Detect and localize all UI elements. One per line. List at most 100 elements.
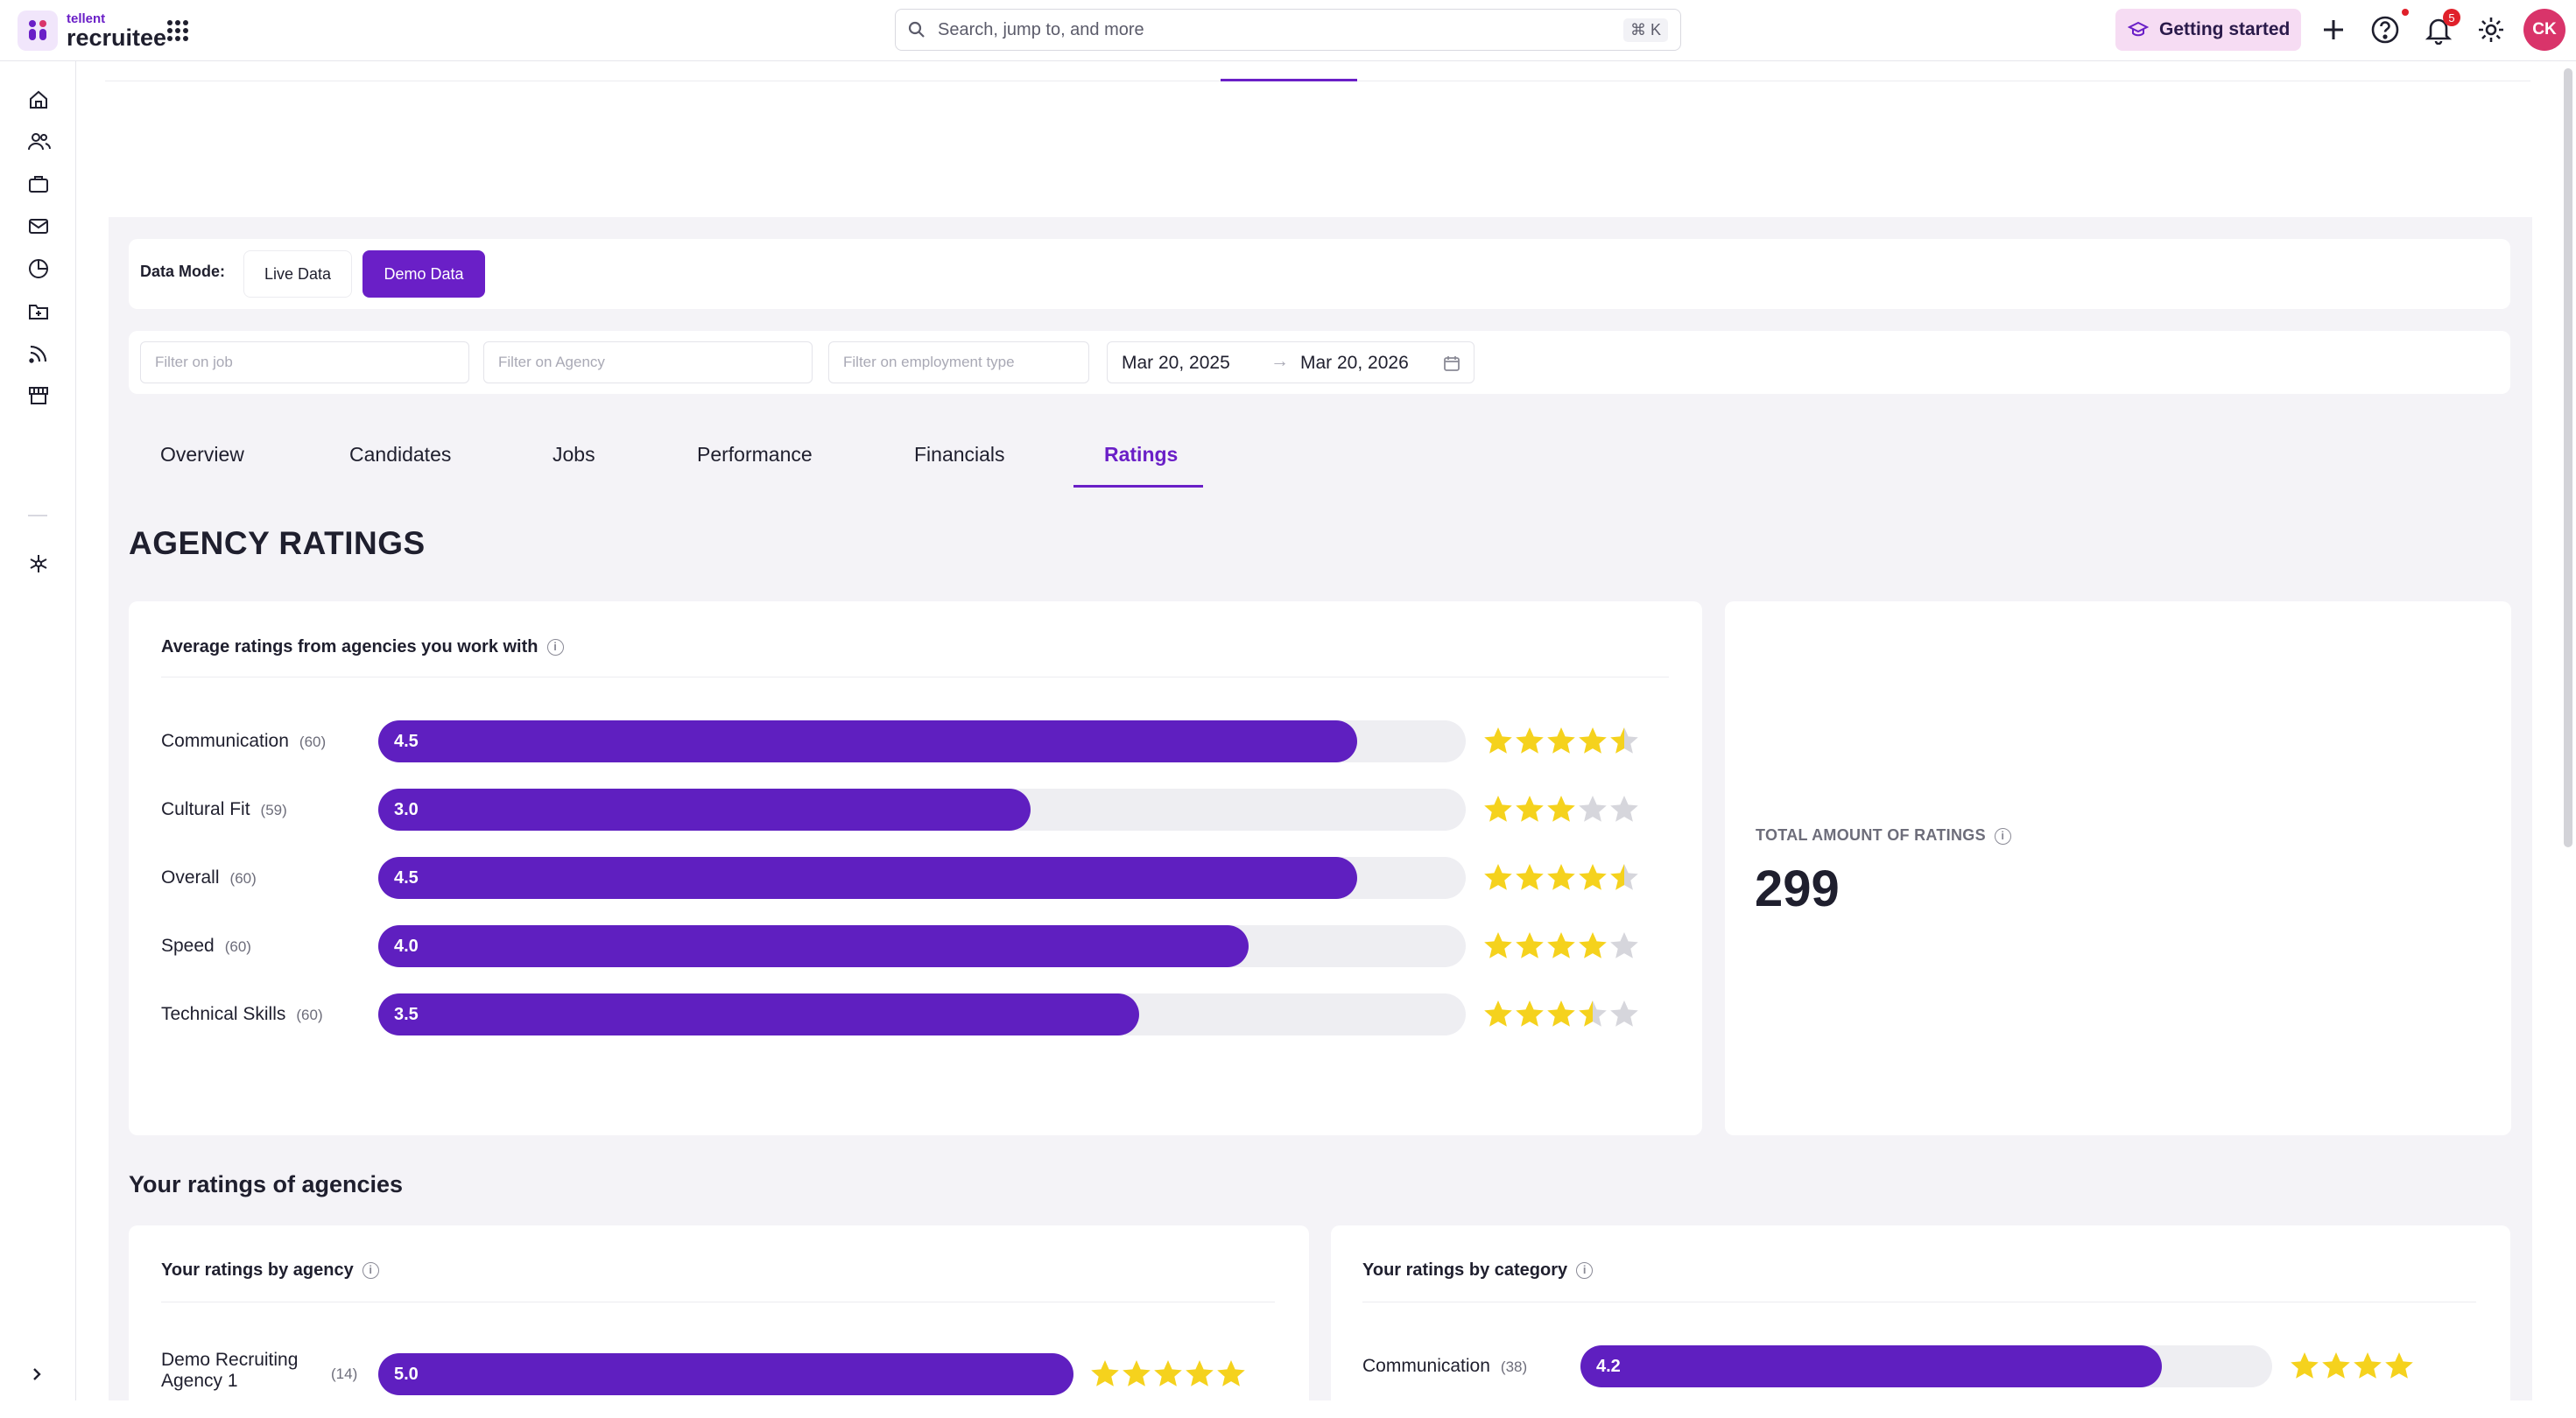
category-rating-value: 4.2 [1596, 1357, 1621, 1376]
agency-rating-label: Demo Recruiting Agency 1 [161, 1350, 327, 1392]
getting-started-button[interactable]: Getting started [2115, 9, 2301, 51]
ratings-by-category-title-text: Your ratings by category [1362, 1260, 1568, 1280]
page-scrollbar[interactable] [2564, 68, 2572, 847]
avg-rating-stars [1482, 999, 1640, 1030]
search-shortcut: ⌘ K [1622, 18, 1668, 42]
data-mode-label: Data Mode: [140, 263, 226, 280]
date-range-picker[interactable]: Mar 20, 2025 → Mar 20, 2026 [1107, 341, 1475, 383]
search-icon [908, 21, 925, 38]
candidates-icon[interactable] [28, 131, 51, 152]
avg-rating-stars [1482, 794, 1640, 825]
avg-rating-count: (60) [229, 870, 257, 887]
total-ratings-value: 299 [1755, 860, 1840, 917]
agency-rating-count: (14) [331, 1365, 358, 1382]
info-icon[interactable]: i [1576, 1262, 1594, 1280]
star-icon [1610, 932, 1638, 958]
agency-rating-bar-fill: 5.0 [378, 1353, 1073, 1395]
header-active-indicator [1221, 79, 1357, 81]
mail-icon[interactable] [28, 215, 49, 236]
star-icon [1484, 864, 1512, 890]
tab-performance[interactable]: Performance [697, 443, 813, 467]
gear-icon[interactable] [2476, 15, 2506, 49]
avg-rating-stars [1482, 862, 1640, 894]
agency-rating-value: 5.0 [394, 1365, 419, 1384]
avg-rating-count: (60) [224, 938, 251, 955]
avg-rating-label-text: Communication [161, 731, 289, 751]
avg-rating-bar-track: 3.0 [378, 789, 1466, 831]
avg-rating-label: Overall (60) [161, 867, 257, 888]
info-icon[interactable]: i [1994, 827, 2011, 845]
star-icon [1217, 1360, 1245, 1386]
star-icon [1579, 727, 1607, 754]
avg-rating-value: 4.5 [394, 732, 419, 751]
date-from[interactable]: Mar 20, 2025 [1122, 353, 1230, 374]
avg-rating-label: Technical Skills (60) [161, 1004, 323, 1025]
marketplace-store-icon[interactable] [28, 385, 49, 406]
getting-started-label: Getting started [2159, 19, 2291, 39]
avg-rating-stars [1482, 726, 1640, 757]
live-data-button[interactable]: Live Data [243, 250, 352, 298]
date-to[interactable]: Mar 20, 2026 [1300, 353, 1409, 374]
avatar[interactable]: CK [2523, 9, 2565, 51]
star-icon [1484, 727, 1512, 754]
avg-rating-label-text: Speed [161, 936, 215, 956]
logo-mark-icon [18, 11, 58, 51]
home-icon[interactable] [28, 89, 49, 110]
tab-overview[interactable]: Overview [160, 443, 244, 467]
star-icon [1579, 932, 1607, 958]
star-icon [1547, 1000, 1575, 1027]
total-ratings-card [1725, 601, 2511, 1135]
top-bar: tellent recruitee Search, jump to, and m… [0, 0, 2576, 61]
info-icon[interactable]: i [362, 1262, 379, 1280]
avg-rating-bar-track: 3.5 [378, 993, 1466, 1035]
brand-name: recruitee [67, 24, 167, 51]
average-ratings-title: Average ratings from agencies you work w… [161, 637, 564, 657]
star-icon [2385, 1352, 2413, 1379]
folder-icon[interactable] [28, 301, 49, 322]
agency-filter-input[interactable]: Filter on Agency [483, 341, 813, 383]
star-icon [1091, 1360, 1119, 1386]
category-rating-count: (38) [1500, 1358, 1528, 1375]
avg-rating-label: Cultural Fit (59) [161, 799, 287, 820]
employment-type-filter-input[interactable]: Filter on employment type [828, 341, 1089, 383]
star-icon [1484, 1000, 1512, 1027]
star-icon [2354, 1352, 2382, 1379]
expand-sidebar-chevron-icon[interactable] [28, 1365, 46, 1387]
agency-rating-stars [1089, 1358, 1247, 1390]
avg-rating-bar-track: 4.5 [378, 857, 1466, 899]
apps-grid-icon[interactable] [166, 19, 189, 46]
section-title: Your ratings of agencies [129, 1171, 404, 1197]
graduation-cap-icon [2128, 21, 2149, 37]
app-logo[interactable]: tellent recruitee [18, 11, 166, 51]
star-icon [1547, 796, 1575, 822]
reports-chart-icon[interactable] [28, 258, 49, 279]
tab-financials[interactable]: Financials [914, 443, 1005, 467]
sidebar-divider [28, 515, 47, 516]
star-icon [1610, 727, 1638, 754]
plus-icon[interactable] [2322, 15, 2345, 49]
avg-rating-bar-fill: 3.5 [378, 993, 1140, 1035]
tab-candidates[interactable]: Candidates [349, 443, 451, 467]
category-rating-stars [2289, 1351, 2415, 1382]
avg-rating-value: 3.0 [394, 800, 419, 819]
demo-data-button[interactable]: Demo Data [362, 250, 485, 298]
integrations-icon[interactable] [28, 553, 49, 574]
star-icon [1516, 796, 1544, 822]
category-rating-bar-track: 4.2 [1580, 1345, 2272, 1387]
star-icon [1484, 796, 1512, 822]
star-icon [1186, 1360, 1214, 1386]
help-notification-dot [2402, 9, 2409, 16]
feed-icon[interactable] [28, 343, 49, 364]
star-icon [1516, 864, 1544, 890]
help-icon[interactable] [2370, 15, 2400, 49]
jobs-briefcase-icon[interactable] [28, 173, 49, 194]
star-icon [1547, 932, 1575, 958]
star-icon [1123, 1360, 1151, 1386]
avg-rating-value: 3.5 [394, 1005, 419, 1024]
global-search-input[interactable]: Search, jump to, and more ⌘ K [895, 9, 1681, 51]
tab-ratings[interactable]: Ratings [1104, 443, 1178, 467]
job-filter-input[interactable]: Filter on job [140, 341, 469, 383]
info-icon[interactable]: i [546, 639, 564, 656]
tab-jobs[interactable]: Jobs [553, 443, 595, 467]
avg-rating-value: 4.0 [394, 937, 419, 956]
